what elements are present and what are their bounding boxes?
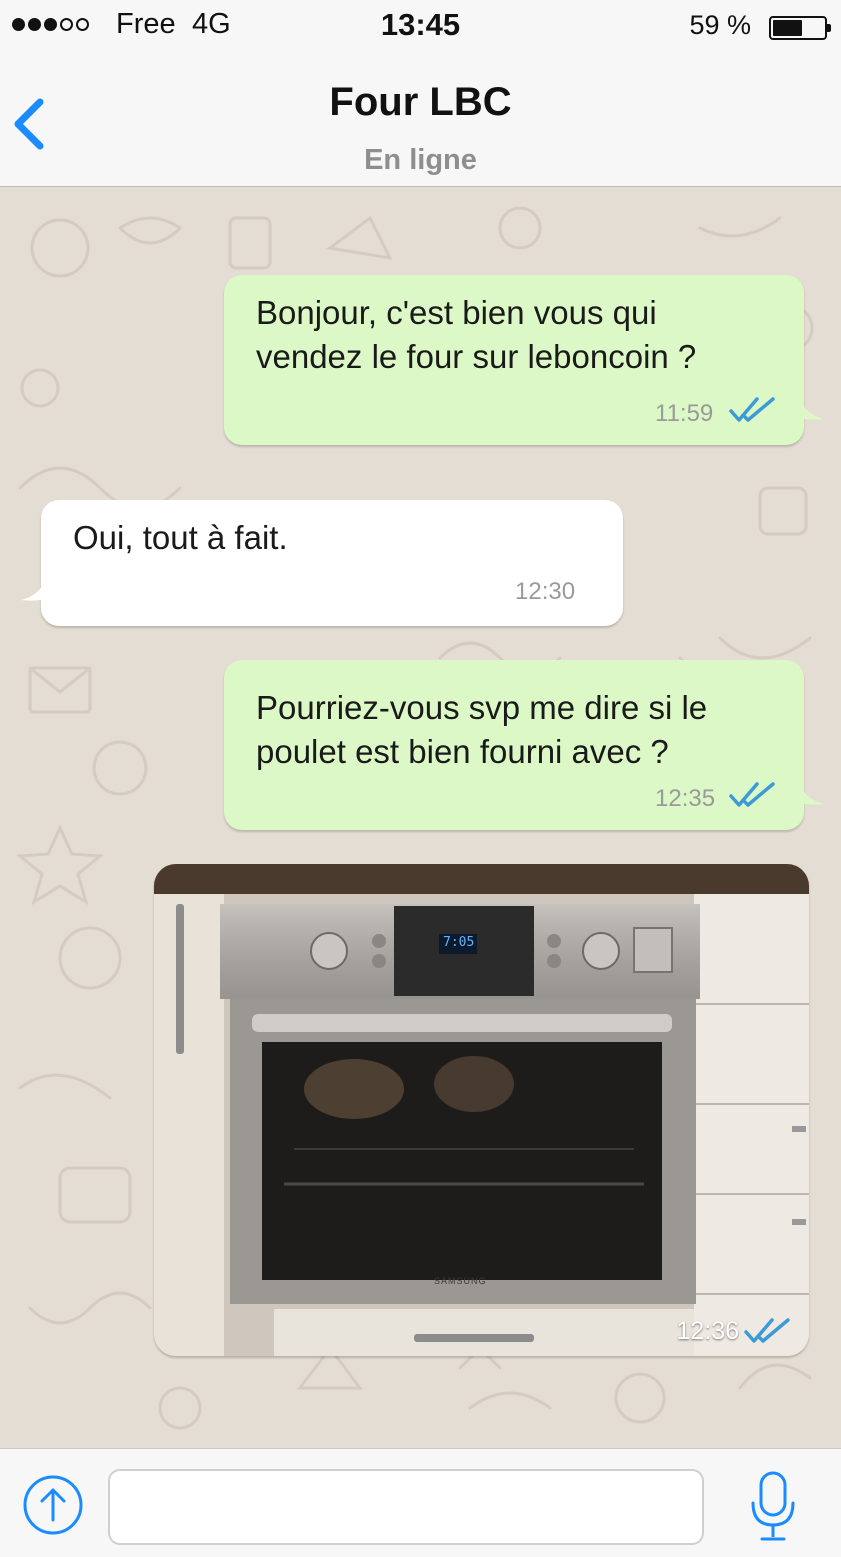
chat-header: Four LBC En ligne	[0, 52, 841, 187]
message-time: 11:59	[655, 400, 714, 427]
message-text: Oui, tout à fait.	[73, 516, 288, 560]
message-text: Pourriez-vous svp me dire si le poulet e…	[256, 686, 707, 774]
input-bar	[0, 1448, 841, 1557]
bubble-tail	[798, 782, 824, 805]
message-time: 12:36	[676, 1317, 739, 1345]
attach-button[interactable]	[22, 1474, 84, 1536]
double-check-icon	[729, 782, 775, 807]
oven-display-text: 7:05	[443, 935, 475, 950]
battery-fill	[773, 20, 803, 36]
battery-percent: 59 %	[689, 10, 751, 40]
battery-icon	[769, 16, 831, 40]
message-text: Bonjour, c'est bien vous qui vendez le f…	[256, 291, 696, 379]
message-time: 12:30	[515, 578, 576, 605]
message-text-line: Oui, tout à fait.	[73, 519, 288, 556]
chat-area[interactable]: Bonjour, c'est bien vous qui vendez le f…	[0, 188, 841, 1448]
bubble-tail	[21, 578, 47, 601]
message-text-line: Pourriez-vous svp me dire si le	[256, 689, 708, 726]
contact-name[interactable]: Four LBC	[0, 80, 841, 125]
status-bar: Free 4G 13:45 59 %	[0, 0, 841, 52]
message-text-line: vendez le four sur leboncoin ?	[256, 338, 697, 375]
bubble-tail	[798, 397, 824, 420]
message-photo[interactable]: 7:05 SAMSUNG 12:36	[154, 864, 809, 1356]
message-time: 12:35	[655, 785, 716, 812]
message-bubble-outgoing[interactable]: Bonjour, c'est bien vous qui vendez le f…	[224, 275, 824, 445]
message-bubble-outgoing[interactable]: Pourriez-vous svp me dire si le poulet e…	[224, 660, 824, 830]
microphone-icon	[751, 1471, 795, 1541]
message-text-line: poulet est bien fourni avec ?	[256, 733, 669, 770]
message-input[interactable]	[108, 1469, 704, 1545]
microphone-button[interactable]	[748, 1471, 798, 1543]
oven-brand-text: SAMSUNG	[434, 1276, 487, 1286]
contact-status: En ligne	[364, 144, 477, 176]
message-bubble-incoming[interactable]: Oui, tout à fait. 12:30	[21, 500, 623, 626]
double-check-icon	[744, 1318, 790, 1343]
double-check-icon	[729, 397, 775, 422]
message-text-line: Bonjour, c'est bien vous qui	[256, 294, 657, 331]
upload-arrow-icon	[23, 1475, 83, 1535]
